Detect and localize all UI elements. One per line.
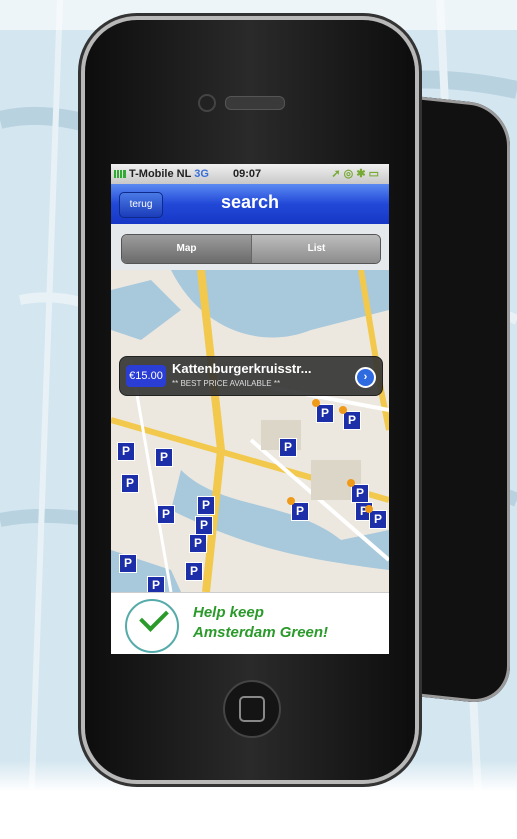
parking-pin[interactable]: P xyxy=(189,534,207,553)
banner-text: Help keep Amsterdam Green! xyxy=(193,603,328,643)
camera-icon xyxy=(198,94,216,112)
segmented-control: Map List xyxy=(121,234,381,264)
segment-map[interactable]: Map xyxy=(122,235,251,263)
clock: 09:07 xyxy=(233,168,262,180)
phone-screen: T-Mobile NL 3G 09:07 ➚ ◎ ✱ ▭ search teru… xyxy=(111,164,389,654)
back-button[interactable]: terug xyxy=(119,192,163,218)
disclosure-arrow-icon[interactable]: › xyxy=(355,367,376,388)
carrier-label: T-Mobile NL 3G xyxy=(129,168,209,180)
status-bar: T-Mobile NL 3G 09:07 ➚ ◎ ✱ ▭ xyxy=(111,164,389,184)
parking-pin[interactable]: P xyxy=(185,562,203,581)
speaker-grille xyxy=(225,96,285,110)
parking-pin[interactable]: P xyxy=(119,554,137,573)
map-view[interactable]: P P P P P P P P P P P P P P P P P €15.00… xyxy=(111,270,389,592)
parking-pin[interactable]: P xyxy=(347,479,369,503)
home-button[interactable] xyxy=(223,680,281,738)
nav-bar: search terug xyxy=(111,184,389,225)
parking-pin[interactable]: P xyxy=(155,448,173,467)
home-square-icon xyxy=(239,696,265,722)
signal-icon xyxy=(114,170,126,178)
battery-icon: ➚ ◎ ✱ ▭ xyxy=(331,168,379,180)
green-banner[interactable]: Help keep Amsterdam Green! xyxy=(111,592,389,654)
co2-badge-icon xyxy=(125,599,179,653)
price-badge: €15.00 xyxy=(126,365,166,387)
checkmark-icon xyxy=(139,602,169,632)
location-callout[interactable]: €15.00 Kattenburgerkruisstr... ** BEST P… xyxy=(119,356,383,396)
segment-bar: Map List xyxy=(111,224,389,270)
parking-pin[interactable]: P xyxy=(147,576,165,592)
parking-pin[interactable]: P xyxy=(339,406,361,430)
front-phone: T-Mobile NL 3G 09:07 ➚ ◎ ✱ ▭ search teru… xyxy=(85,20,415,780)
segment-list[interactable]: List xyxy=(251,235,380,263)
parking-pin[interactable]: P xyxy=(195,516,213,535)
banner-line-1: Help keep xyxy=(193,604,264,621)
parking-pin[interactable]: P xyxy=(197,496,215,515)
parking-pin[interactable]: P xyxy=(121,474,139,493)
map-canvas xyxy=(111,270,389,592)
callout-title: Kattenburgerkruisstr... xyxy=(172,361,312,376)
parking-pin[interactable]: P xyxy=(365,505,387,529)
parking-pin[interactable]: P xyxy=(312,399,334,423)
callout-subtitle: ** BEST PRICE AVAILABLE ** xyxy=(172,379,281,388)
parking-pin[interactable]: P xyxy=(117,442,135,461)
banner-line-2: Amsterdam Green! xyxy=(193,624,329,641)
parking-pin[interactable]: P xyxy=(157,505,175,524)
parking-pin[interactable]: P xyxy=(287,497,309,521)
parking-pin[interactable]: P xyxy=(279,438,297,457)
